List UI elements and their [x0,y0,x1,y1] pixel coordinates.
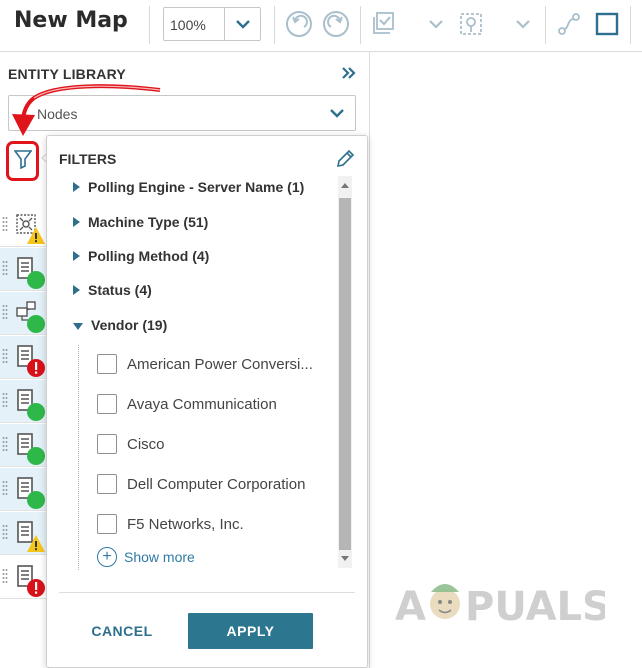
entity-type-select[interactable]: Nodes [8,95,356,131]
drag-handle-icon[interactable] [2,568,8,584]
chevron-down-icon[interactable] [224,8,260,40]
filters-popup: FILTERS Polling Engine - Server Name (1)… [46,135,368,668]
vendor-checkbox[interactable] [97,354,117,374]
vendor-option[interactable]: American Power Conversi... [97,353,313,375]
entity-row[interactable] [0,512,50,555]
status-down-icon [26,578,46,598]
status-up-icon [26,402,46,422]
status-up-icon [26,490,46,510]
vendor-option[interactable]: Dell Computer Corporation [97,473,305,495]
toolbar: New Map 100% [0,0,642,52]
toolbar-divider [545,6,546,44]
drag-handle-icon[interactable] [2,260,8,276]
chevron-down-icon[interactable] [420,8,452,40]
drag-handle-icon[interactable] [2,524,8,540]
filters-title: FILTERS [59,151,117,167]
popup-divider [59,592,355,593]
scroll-down-icon[interactable] [338,550,352,568]
zoom-select[interactable]: 100% [163,7,261,41]
status-warning-icon [26,226,46,246]
chevron-down-icon[interactable] [329,106,345,124]
entity-row[interactable] [0,556,50,599]
map-title: New Map [14,8,128,33]
entity-row[interactable] [0,424,50,467]
status-up-icon [26,270,46,290]
vendor-option-label: Avaya Communication [127,395,277,413]
status-down-icon [26,358,46,378]
funnel-icon [12,149,33,174]
plus-circle-icon: + [97,547,117,567]
drag-handle-icon[interactable] [2,436,8,452]
status-warning-icon [26,534,46,554]
vendor-checkbox[interactable] [97,514,117,534]
filter-group-label: Polling Method (4) [88,248,210,264]
vendor-checkbox[interactable] [97,474,117,494]
entity-library-title: ENTITY LIBRARY [8,66,126,82]
vendor-checkbox[interactable] [97,394,117,414]
caret-down-icon [73,322,83,330]
entity-row[interactable] [0,292,50,335]
filter-group-label: Status (4) [88,282,152,298]
collapse-panel-icon[interactable] [340,64,358,82]
status-up-icon [26,446,46,466]
layout-icon[interactable] [455,8,487,40]
filter-group-vendor[interactable]: Vendor (19) [73,314,167,336]
vendor-option-label: American Power Conversi... [127,355,313,373]
vendor-option[interactable]: Cisco [97,433,165,455]
undo-icon[interactable] [283,8,315,40]
vendor-option[interactable]: F5 Networks, Inc. [97,513,244,535]
show-more-link[interactable]: + Show more [97,547,195,567]
caret-right-icon [73,251,80,261]
toolbar-divider [149,6,150,44]
pencil-icon[interactable] [334,148,356,170]
connector-icon[interactable] [553,8,585,40]
cancel-button[interactable]: CANCEL [77,613,167,649]
vendor-option-label: Cisco [127,435,165,453]
filter-group-machine-type[interactable]: Machine Type (51) [73,211,208,233]
entity-row[interactable] [0,204,50,247]
scrollbar-thumb[interactable] [339,198,351,550]
drag-handle-icon[interactable] [2,480,8,496]
tree-guide-line [78,345,79,570]
chevron-down-icon[interactable] [507,8,539,40]
entity-row[interactable] [0,336,50,379]
watermark-logo: A PUALS [395,584,605,630]
watermark-text: PUALS [465,584,605,630]
entity-row[interactable] [0,468,50,511]
zoom-value: 100% [170,17,206,33]
toolbar-divider [360,6,361,44]
vendor-option[interactable]: Avaya Communication [97,393,277,415]
show-more-label: Show more [124,549,195,565]
redo-icon[interactable] [320,8,352,40]
drag-handle-icon[interactable] [2,348,8,364]
drag-handle-icon[interactable] [2,304,8,320]
svg-text:A: A [395,584,426,630]
scroll-up-icon[interactable] [338,176,352,194]
filter-group-label: Machine Type (51) [88,214,209,230]
rectangle-icon[interactable] [591,8,623,40]
toolbar-divider [274,6,275,44]
entity-row[interactable] [0,380,50,423]
filters-scrollbar[interactable] [338,176,352,568]
drag-handle-icon[interactable] [2,392,8,408]
filter-group-status[interactable]: Status (4) [73,279,152,301]
select-all-icon[interactable] [368,8,400,40]
filter-button[interactable] [6,141,39,181]
caret-right-icon [73,285,80,295]
vendor-option-label: F5 Networks, Inc. [127,515,244,533]
drag-handle-icon[interactable] [2,216,8,232]
caret-right-icon [73,182,80,192]
caret-right-icon [73,217,80,227]
apply-button[interactable]: APPLY [188,613,313,649]
entity-row[interactable] [0,248,50,291]
filter-group-label: Polling Engine - Server Name (1) [88,179,305,195]
vendor-option-label: Dell Computer Corporation [127,475,306,493]
status-up-icon [26,314,46,334]
filter-group-label: Vendor (19) [91,317,168,333]
vendor-checkbox[interactable] [97,434,117,454]
filter-group-polling-method[interactable]: Polling Method (4) [73,245,209,267]
toolbar-divider [630,6,631,44]
entity-type-value: Nodes [37,106,78,122]
filter-group-polling-engine[interactable]: Polling Engine - Server Name (1) [73,176,304,198]
